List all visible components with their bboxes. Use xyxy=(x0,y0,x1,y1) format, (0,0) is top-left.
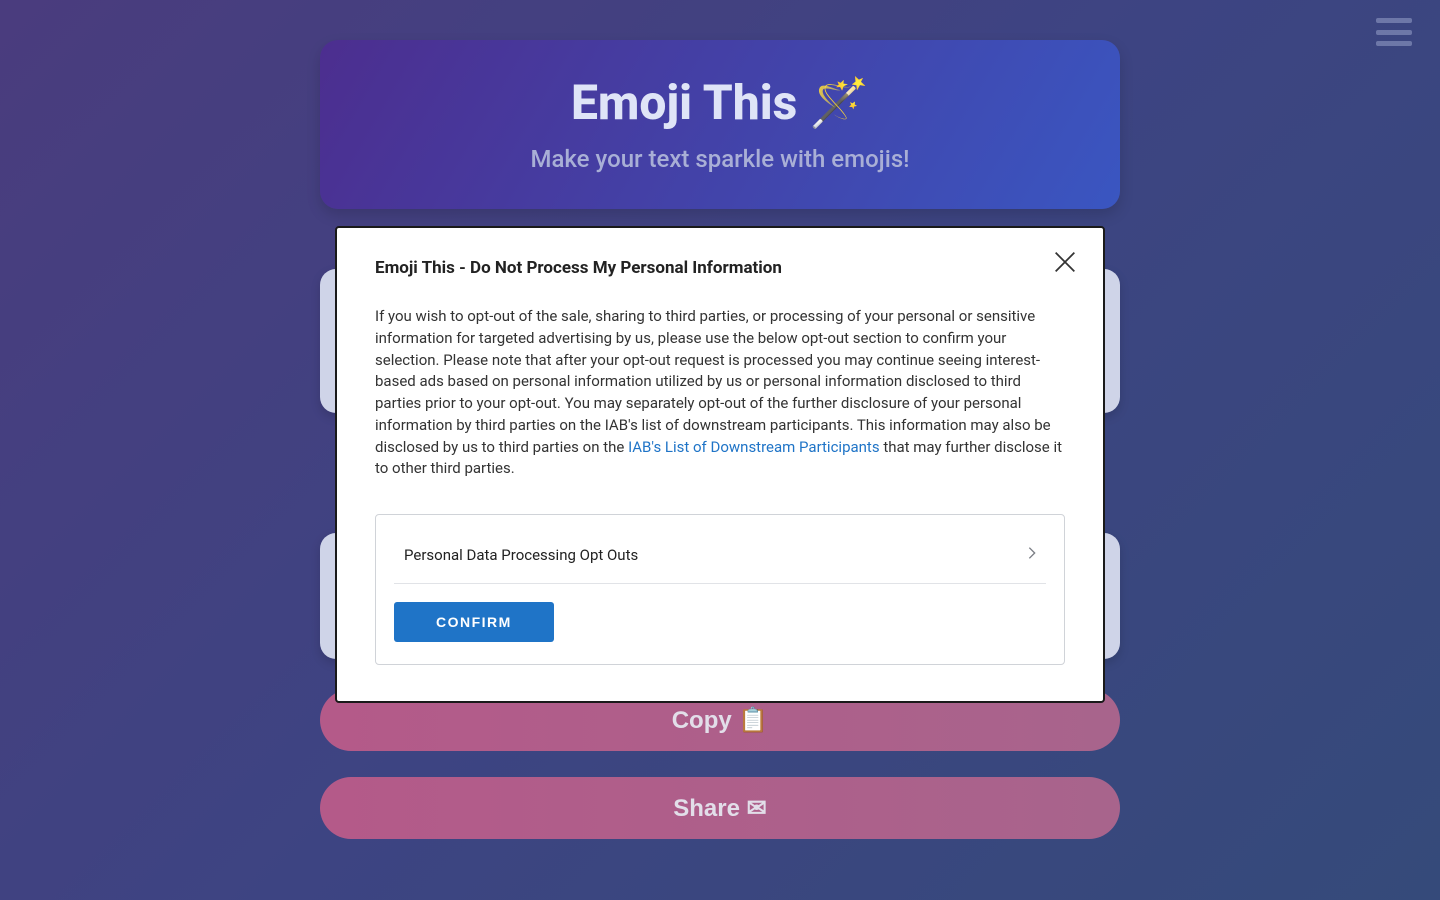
modal-overlay: Emoji This - Do Not Process My Personal … xyxy=(0,0,1440,900)
opt-out-row[interactable]: Personal Data Processing Opt Outs xyxy=(394,533,1046,584)
confirm-button[interactable]: CONFIRM xyxy=(394,602,554,642)
opt-out-row-label: Personal Data Processing Opt Outs xyxy=(404,546,638,564)
chevron-right-icon xyxy=(1024,545,1040,565)
close-icon[interactable] xyxy=(1051,248,1079,280)
modal-body-part1: If you wish to opt-out of the sale, shar… xyxy=(375,307,1051,456)
modal-title: Emoji This - Do Not Process My Personal … xyxy=(375,258,1065,278)
iab-link[interactable]: IAB's List of Downstream Participants xyxy=(628,438,880,456)
opt-out-box: Personal Data Processing Opt Outs CONFIR… xyxy=(375,514,1065,665)
modal-body-text: If you wish to opt-out of the sale, shar… xyxy=(375,306,1065,480)
privacy-modal: Emoji This - Do Not Process My Personal … xyxy=(335,226,1105,703)
